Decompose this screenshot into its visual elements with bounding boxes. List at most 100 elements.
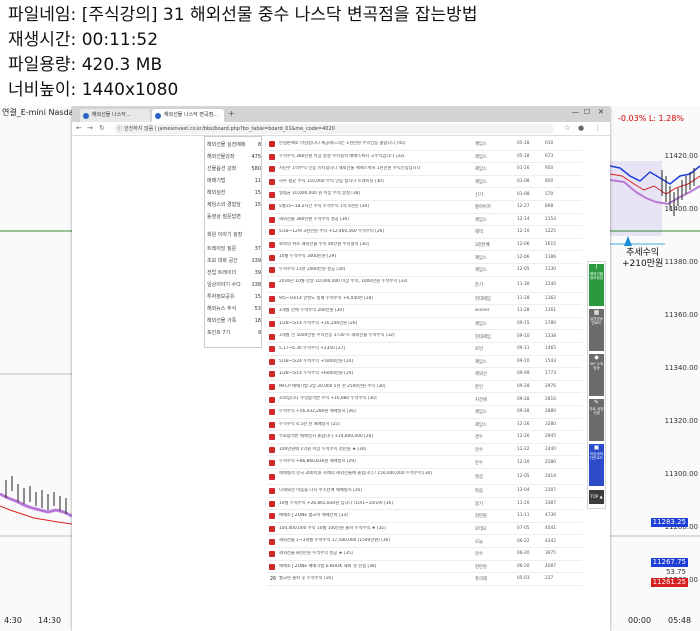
post-title[interactable]: 5/18~5/24 누적수익 +5000만원 [24] xyxy=(279,359,459,365)
post-author[interactable]: 제임스 xyxy=(475,267,505,273)
post-title[interactable]: MFCP 매매기법 2일 20,000 5천 천 2500만원 수익 [30] xyxy=(279,384,459,390)
broadcast-button[interactable]: ▦ 실전방송 업로드 xyxy=(589,309,604,351)
address-bar[interactable]: ⓘ 안전하지 않음 | jamesinvest.co.kr/bbs/board.… xyxy=(114,124,554,134)
post-author[interactable]: 오늘 xyxy=(475,539,505,545)
sidebar-item[interactable]: 해외선물강좌 475 xyxy=(207,151,261,163)
table-row[interactable]: 누적수익 11천 2000만원 성공 [30] 제임스 12-05 1130 xyxy=(267,264,582,277)
post-author[interactable]: 현대제임 xyxy=(475,334,505,340)
post-title[interactable]: 누적수익 11천 2000만원 성공 [30] xyxy=(279,267,459,273)
post-title[interactable]: 해외선물 8천만원 누적수익 성공 ★ [35] xyxy=(279,551,459,557)
post-author[interactable]: 마음 xyxy=(475,488,505,494)
minimize-icon[interactable]: — xyxy=(572,108,579,116)
table-row[interactable]: 무료합격반 매매일지 올립니다 +14,600,000 [26] 경수 12-26 2… xyxy=(267,431,582,444)
table-row[interactable]: 5/18~5/24 누적수익 +5000만원 [24] 제임스 09-10 1543 xyxy=(267,356,582,369)
table-row[interactable]: 100,000,000 수익 10월 100만원 돌파 누적수익 ★ [35] 로… xyxy=(267,523,582,536)
browser-tab[interactable]: 해외선물 나스닥... xyxy=(80,109,150,122)
post-title[interactable]: 누적수익 +86,860,830원 매매일지 [29] xyxy=(279,459,459,465)
post-title[interactable]: 누적수익 +56,432,280원 매매일지 [26] xyxy=(279,409,459,415)
post-title[interactable]: 2016년 10월 한달 10,000,000 이상 수익, 1000만원 누적… xyxy=(279,279,459,291)
post-author[interactable]: 엔샵 xyxy=(475,474,505,480)
post-author[interactable]: 쥬리제 xyxy=(475,576,505,582)
table-row[interactable]: 매매소 J ZONE 매매기법 E-BOOK 해외 첫 선정 [38] 천만원 06… xyxy=(267,561,582,574)
table-row[interactable]: 1/28~5/14 누적수익 +16,206만원 [26] 제임스 09-15 178… xyxy=(267,318,582,331)
post-author[interactable]: 제임스 xyxy=(475,321,505,327)
post-title[interactable]: 하루 평균 수익 110,000 수익 인증 합니다 트레이딩 [30] xyxy=(279,179,459,185)
post-title[interactable]: 화학의 위로 해외선물 수익 40만원 수익실적 [30] xyxy=(279,242,459,248)
table-row[interactable]: MFCP 매매기법 2일 20,000 5천 천 2500만원 수익 [30] 준… xyxy=(267,381,582,394)
table-row[interactable]: 누적수익 380만원 이상 달성 수익실적 매매스펙시 고수익입니다 [33] 제… xyxy=(267,151,582,164)
post-title[interactable]: 누적수익 4.5천 천 매매일지 [25] xyxy=(279,422,459,428)
sidebar-item[interactable]: 매매기법 11 xyxy=(207,175,261,187)
post-author[interactable]: 제임스 xyxy=(475,217,505,223)
post-author[interactable]: 로데오 xyxy=(475,526,505,532)
menu-icon[interactable]: ⋮ xyxy=(594,124,601,132)
sidebar-item[interactable]: 선물옵션 강좌 580 xyxy=(207,163,261,175)
reload-icon[interactable]: ↻ xyxy=(99,124,105,132)
post-author[interactable]: 준기 xyxy=(475,282,505,288)
forward-icon[interactable]: → xyxy=(87,124,93,132)
table-row[interactable]: 한정판매로 마감합니다 제공해드리는 1천만원 수익인증 올립니다 [45] 제임… xyxy=(267,138,582,151)
post-author[interactable]: 제임스 xyxy=(475,359,505,365)
table-row[interactable]: 2016년 10월 한달 10,000,000 이상 수익, 1000만원 누적… xyxy=(267,277,582,293)
post-title[interactable]: 10월 누적수익 +26,865,830원 입니다 (10/1~10/19) [… xyxy=(279,501,459,507)
post-author[interactable]: 제임스 xyxy=(475,422,505,428)
post-title[interactable]: 5월15~18 2시간 수익 누적수익 1억 4천만 [30] xyxy=(279,204,459,210)
back-icon[interactable]: ← xyxy=(76,124,82,132)
post-author[interactable]: 제임스 xyxy=(475,255,505,261)
close-icon[interactable]: ✕ xyxy=(598,108,604,116)
post-author[interactable]: 제임스 xyxy=(475,154,505,160)
profile-icon[interactable]: ● xyxy=(578,124,584,132)
consult-button[interactable]: ! 해외선물 정보상담 xyxy=(589,264,604,306)
post-title[interactable]: 매매실적 한국 200억원 자체의 해외선물에 올립니다 / 150,000,0… xyxy=(279,471,459,483)
post-title[interactable]: 일평균 10,000,000 원 이상 수익 달성 [38] xyxy=(279,191,459,197)
table-row[interactable]: 5/18~12/9 3천만원 수익 +12,460,560 누적수익 [26] 해… xyxy=(267,226,582,239)
table-row[interactable]: 26 월교현 돌파 후 누적수익 [16] 쥬리제 05-03 237 xyxy=(267,573,582,586)
post-title[interactable]: 초보입니다 우선합격반 수익 +16,880 누적수익 [30] xyxy=(279,396,459,402)
new-tab-icon[interactable]: + xyxy=(228,109,235,118)
table-row[interactable]: 해외선물 8천만원 누적수익 성공 ★ [35] 만수 06-20 3975 xyxy=(267,548,582,561)
sidebar-item[interactable]: 투자정보공유 15 xyxy=(207,291,261,303)
sidebar-item[interactable]: 포인트 7기 9 xyxy=(207,327,261,339)
post-author[interactable]: 제임스 xyxy=(475,166,505,172)
table-row[interactable]: 나해외선 마음을 다시 주스턴에 매매실시 [26] 마음 12-04 2307 xyxy=(267,485,582,498)
browser-tab-active[interactable]: 해외선물 나스닥 변곡점... xyxy=(152,109,224,122)
post-author[interactable]: 만수 xyxy=(475,551,505,557)
post-title[interactable]: 1/28~5/14 누적수익 +16,206만원 [26] xyxy=(279,321,459,327)
post-author[interactable]: 3천만배 xyxy=(475,242,505,248)
post-author[interactable]: 로빈 xyxy=(475,346,505,352)
vip-button[interactable]: ◆ VIP 수익방송 xyxy=(589,354,604,396)
table-row[interactable]: 누적수익 +86,860,830원 매매일지 [29] 만수 12-20 2580 xyxy=(267,456,582,469)
table-row[interactable]: 해외선물 380만원 누적수익 성공 [36] 제임스 12-14 1154 xyxy=(267,214,582,227)
table-row[interactable]: 지난주 1억수익 인증 유지합니다 해외선물 매매스펙시 1천만원 수익인증입니… xyxy=(267,163,582,176)
post-title[interactable]: 100,000,000 수익 10월 100만원 돌파 누적수익 ★ [35] xyxy=(279,526,459,532)
post-title[interactable]: 3개월 만에 누적수익 200만원 [30] xyxy=(279,308,459,314)
post-title[interactable]: 매매소 J ZONE 법교이 매매전략 [33] xyxy=(279,513,459,519)
post-title[interactable]: 지난주 1억수익 인증 유지합니다 해외선물 매매스펙시 1천만원 수익인증입니… xyxy=(279,166,459,172)
table-row[interactable]: 화학의 위로 해외선물 수익 40만원 수익실적 [30] 3천만배 12-06 16… xyxy=(267,239,582,252)
post-author[interactable]: 제임스 xyxy=(475,409,505,415)
post-title[interactable]: 3개월 전 5000만원 수익인증 3730 트 해외선물 누적수익 [32] xyxy=(279,333,459,339)
table-row[interactable]: 100만원에 1억원 이상 누적수익 천만원 ★ [30] 만수 12-22 2440 xyxy=(267,444,582,457)
table-row[interactable]: 3개월 전 5000만원 수익인증 3730 트 해외선물 누적수익 [32] 현… xyxy=(267,330,582,343)
table-row[interactable]: 10월 누적수익 +26,865,830원 입니다 (10/1~10/19) [… xyxy=(267,498,582,511)
sidebar-item[interactable]: 해외선물 가족 18 xyxy=(207,315,261,327)
sidebar-section-header[interactable]: 회원 이야기 광장 xyxy=(207,229,261,241)
post-title[interactable]: 해외선물 1~3개월 누적수익 17,580,000 (1500만원) [36] xyxy=(279,538,459,544)
table-row[interactable]: 매매소 J ZONE 법교이 매매전략 [33] 천만원 11-11 4730 xyxy=(267,510,582,523)
post-title[interactable]: 5/18~12/9 3천만원 수익 +12,460,560 누적수익 [26] xyxy=(279,229,459,235)
post-author[interactable]: winner xyxy=(475,308,505,313)
sidebar-item[interactable]: 제임스의 경험담 15 xyxy=(207,199,261,211)
post-title[interactable]: 해외선물 380만원 누적수익 성공 [36] xyxy=(279,217,459,223)
post-title[interactable]: 나해외선 마음을 다시 주스턴에 매매실시 [26] xyxy=(279,488,459,494)
sidebar-item[interactable]: 일상이야기 수다 138 xyxy=(207,279,261,291)
post-title[interactable]: 9/5~10/14 한번도 실패 누적수익 +6,040만 [28] xyxy=(279,296,459,302)
sidebar-item[interactable]: 동영상 질문답변 xyxy=(207,211,261,223)
post-author[interactable]: 현대제임 xyxy=(475,296,505,302)
maximize-icon[interactable]: ☐ xyxy=(584,108,590,116)
post-author[interactable]: 천만원 xyxy=(475,513,505,519)
sidebar-item[interactable]: 전업 트레이더 39 xyxy=(207,267,261,279)
post-title[interactable]: 100만원에 1억원 이상 누적수익 천만원 ★ [30] xyxy=(279,447,459,453)
post-title[interactable]: 10월 누적수익 3000만원 [29] xyxy=(279,254,459,260)
post-title[interactable]: 월교현 돌파 후 누적수익 [16] xyxy=(279,576,459,582)
table-row[interactable]: 매매실적 한국 200억원 자체의 해외선물에 올립니다 / 150,000,0… xyxy=(267,469,582,485)
